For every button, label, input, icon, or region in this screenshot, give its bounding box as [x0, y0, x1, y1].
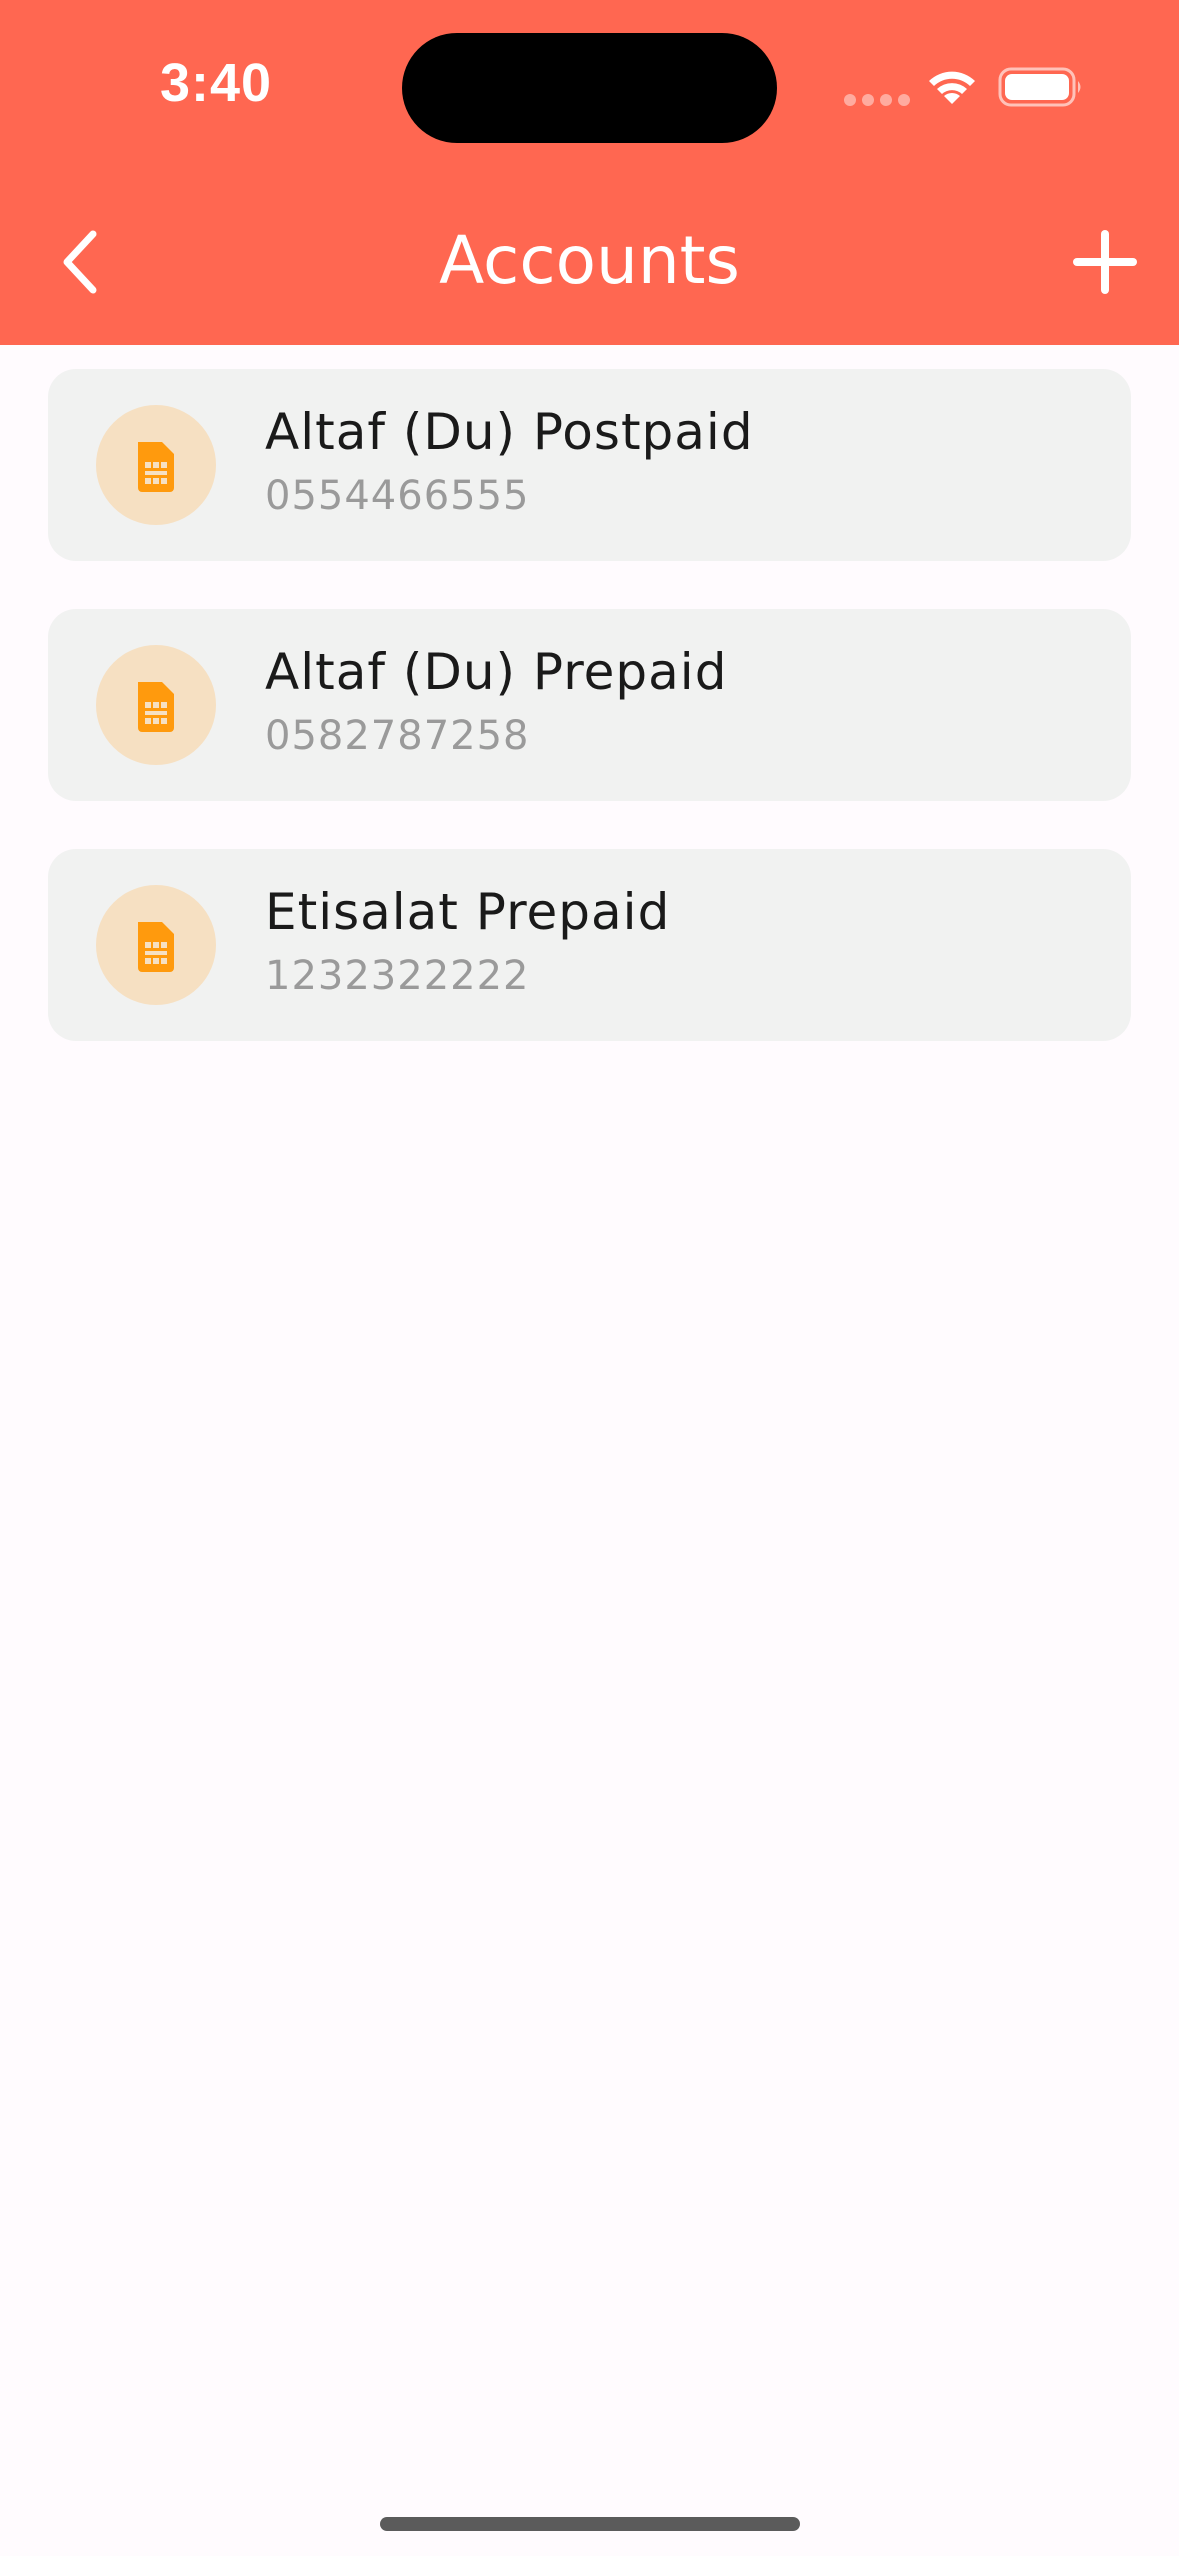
- account-avatar: [96, 885, 216, 1005]
- sim-card-icon: [138, 442, 174, 492]
- account-number: 1232322222: [265, 953, 530, 999]
- battery-icon: [998, 67, 1081, 107]
- home-indicator[interactable]: [380, 2517, 800, 2531]
- account-name: Altaf (Du) Prepaid: [265, 643, 728, 701]
- status-icons: [840, 60, 1090, 110]
- account-card[interactable]: Etisalat Prepaid 1232322222: [48, 849, 1131, 1041]
- wifi-icon: [929, 71, 975, 104]
- signal-icon: [844, 94, 910, 106]
- accounts-list: Altaf (Du) Postpaid 0554466555 Altaf (Du…: [48, 369, 1131, 1089]
- plus-icon: [1073, 230, 1137, 294]
- sim-card-icon: [138, 682, 174, 732]
- account-name: Etisalat Prepaid: [265, 883, 671, 941]
- account-number: 0582787258: [265, 713, 530, 759]
- app-header: 3:40 Accounts: [0, 0, 1179, 345]
- dynamic-island: [402, 33, 777, 143]
- account-number: 0554466555: [265, 473, 530, 519]
- account-avatar: [96, 645, 216, 765]
- account-card[interactable]: Altaf (Du) Prepaid 0582787258: [48, 609, 1131, 801]
- page-title: Accounts: [439, 222, 740, 299]
- account-avatar: [96, 405, 216, 525]
- add-account-button[interactable]: [1070, 222, 1140, 302]
- account-card[interactable]: Altaf (Du) Postpaid 0554466555: [48, 369, 1131, 561]
- sim-card-icon: [138, 922, 174, 972]
- status-time: 3:40: [160, 53, 273, 113]
- account-name: Altaf (Du) Postpaid: [265, 403, 754, 461]
